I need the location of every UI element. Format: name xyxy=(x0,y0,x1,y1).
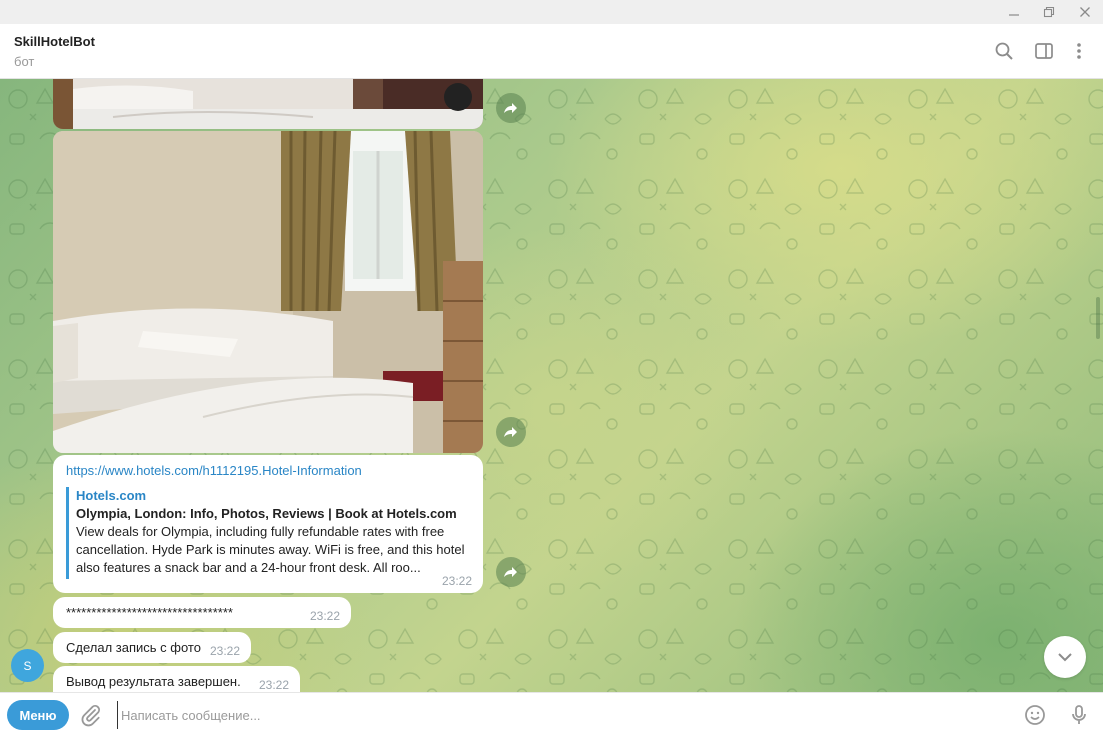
forward-icon[interactable] xyxy=(496,557,526,587)
preview-title: Olympia, London: Info, Photos, Reviews |… xyxy=(76,506,457,521)
minimize-icon[interactable] xyxy=(997,0,1031,24)
message-time: 23:22 xyxy=(441,574,472,588)
microphone-icon[interactable] xyxy=(1067,703,1091,727)
chevron-down-icon xyxy=(1058,653,1072,662)
preview-description: View deals for Olympia, including fully … xyxy=(76,524,465,575)
restore-icon[interactable] xyxy=(1032,0,1066,24)
message-time: 23:22 xyxy=(209,644,240,658)
chat-header: SkillHotelBot бот xyxy=(0,24,1103,79)
message-text: ********************************* xyxy=(66,605,233,620)
chat-area[interactable]: https://www.hotels.com/h1112195.Hotel-In… xyxy=(0,79,1103,692)
search-icon[interactable] xyxy=(992,39,1016,63)
link-preview[interactable]: Hotels.com Olympia, London: Info, Photos… xyxy=(66,487,470,579)
forward-icon[interactable] xyxy=(496,417,526,447)
scroll-down-button[interactable] xyxy=(1044,636,1086,678)
message-bubble: Сделал запись с фото 23:22 xyxy=(53,632,251,663)
message-composer: Меню xyxy=(0,692,1103,736)
window-titlebar xyxy=(0,0,1103,24)
message-bubble: Вывод результата завершен. 23:22 xyxy=(53,666,300,692)
scrollbar-thumb[interactable] xyxy=(1096,297,1100,339)
message-text: Вывод результата завершен. xyxy=(66,674,241,689)
link-message-bubble: https://www.hotels.com/h1112195.Hotel-In… xyxy=(53,455,483,593)
hotel-photo-top[interactable] xyxy=(53,79,483,129)
chat-subtitle: бот xyxy=(14,54,35,69)
hotel-room-photo[interactable] xyxy=(53,131,483,453)
message-input[interactable] xyxy=(117,701,997,729)
forward-icon[interactable] xyxy=(496,93,526,123)
bot-menu-button[interactable]: Меню xyxy=(7,700,69,730)
emoji-icon[interactable] xyxy=(1023,703,1047,727)
close-icon[interactable] xyxy=(1068,0,1102,24)
attach-icon[interactable] xyxy=(79,703,103,727)
bot-avatar[interactable]: S xyxy=(11,649,44,682)
message-bubble: ********************************* 23:22 xyxy=(53,597,351,628)
message-time: 23:22 xyxy=(258,678,289,692)
more-vertical-icon[interactable] xyxy=(1067,39,1091,63)
chat-title[interactable]: SkillHotelBot xyxy=(14,34,95,49)
message-time: 23:22 xyxy=(309,609,340,623)
hotel-link[interactable]: https://www.hotels.com/h1112195.Hotel-In… xyxy=(66,463,362,478)
preview-site-name: Hotels.com xyxy=(76,488,147,503)
message-text: Сделал запись с фото xyxy=(66,640,201,655)
side-panel-icon[interactable] xyxy=(1032,39,1056,63)
